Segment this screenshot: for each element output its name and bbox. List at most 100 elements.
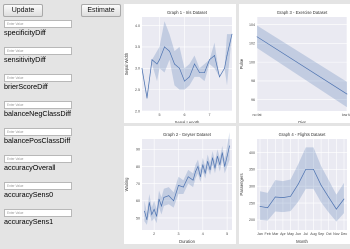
chart-title: Graph 1 - Iris Dataset [167, 10, 208, 15]
y-axis-label: Waiting [124, 177, 129, 191]
field-input[interactable]: Enter Value [4, 47, 72, 55]
x-tick-label: 4 [202, 232, 204, 236]
field-input[interactable]: Enter Value [4, 128, 72, 136]
x-tick-label: 2 [153, 232, 155, 236]
data-point [267, 207, 268, 209]
update-button[interactable]: Update [3, 4, 43, 17]
field-label: accuracySens1 [4, 217, 54, 226]
field-input[interactable]: Enter Value [4, 182, 72, 190]
x-axis-label: Duration [179, 239, 195, 244]
data-point [158, 198, 160, 200]
y-axis-label: Pulse [239, 58, 244, 69]
data-point [169, 50, 170, 52]
estimate-button[interactable]: Estimate [81, 4, 121, 17]
y-tick-label: 80 [136, 165, 140, 169]
data-point [194, 63, 195, 65]
data-point [161, 205, 162, 207]
field-input[interactable]: Enter Value [4, 101, 72, 109]
x-tick-label: 5 [226, 232, 228, 236]
data-point [156, 215, 157, 217]
data-point [224, 67, 225, 69]
data-point [178, 185, 179, 186]
chart-title: Graph 2 - Geyser Dataset [163, 132, 212, 137]
data-point [200, 176, 201, 178]
field-label: accuracyOverall [4, 163, 56, 172]
y-tick-label: 300 [249, 184, 255, 188]
data-point [297, 183, 299, 185]
x-tick-label: no fat [253, 113, 262, 117]
data-point [163, 197, 165, 198]
data-point [184, 80, 185, 82]
x-tick-label: Jul [304, 232, 309, 236]
y-tick-label: 400 [249, 151, 255, 155]
x-tick-label: Nov [333, 232, 340, 236]
data-point [343, 198, 345, 200]
data-point [231, 33, 233, 35]
x-tick-label: Oct [326, 232, 332, 236]
data-point [282, 197, 284, 198]
field-label: balanceNegClassDiff [4, 109, 71, 118]
y-tick-label: 104 [249, 23, 255, 27]
y-tick-label: 200 [249, 218, 255, 222]
data-point [224, 166, 226, 167]
data-point [346, 93, 348, 95]
y-tick-label: 2.5 [135, 88, 140, 92]
field-input[interactable]: Enter Value [4, 209, 72, 217]
y-tick-label: 98 [251, 79, 255, 83]
graph3-panel: Graph 3 - Exercise Dataset Diet Pulse 96 98 1… [239, 4, 350, 125]
data-point [229, 145, 230, 147]
data-point [226, 155, 228, 157]
data-point [183, 186, 184, 188]
x-tick-label: Mar [272, 232, 279, 236]
y-tick-label: 50 [136, 216, 140, 220]
y-tick-label: 60 [136, 199, 140, 203]
x-tick-label: Jun [295, 232, 301, 236]
field-label: accuracySens0 [4, 190, 54, 199]
field-label: balancePosClassDiff [4, 136, 71, 145]
data-point [209, 59, 210, 61]
x-tick-label: low fat [342, 113, 350, 117]
data-point [195, 171, 196, 172]
y-tick-label: 4.0 [135, 24, 140, 28]
data-point [197, 166, 199, 167]
y-axis-label: Passengers [239, 173, 244, 195]
x-tick-label: 6 [184, 113, 186, 117]
x-tick-label: May [287, 232, 294, 236]
field-input[interactable]: Enter Value [4, 155, 72, 163]
y-tick-label: 96 [251, 98, 255, 102]
x-tick-label: Apr [280, 232, 286, 236]
data-point [313, 168, 314, 170]
data-point [141, 67, 143, 69]
data-point [219, 164, 221, 166]
data-point [214, 55, 215, 56]
data-point [212, 157, 213, 159]
data-point [151, 59, 153, 61]
y-tick-label: 250 [249, 201, 255, 205]
data-point [168, 195, 170, 197]
data-point [202, 164, 204, 166]
data-point [156, 63, 158, 65]
x-tick-label: Aug [310, 232, 316, 236]
x-tick-label: Dec [341, 232, 348, 236]
field-label: brierScoreDiff [4, 82, 48, 91]
x-axis-label: Month [296, 239, 308, 244]
data-point [187, 176, 189, 178]
x-tick-label: 3 [177, 232, 179, 236]
x-tick-label: Jan [257, 232, 263, 236]
graph1-panel: Graph 1 - Iris Dataset Sepal Length Sepal … [124, 4, 236, 125]
field-input[interactable]: Enter Value [4, 74, 72, 82]
data-point [217, 155, 218, 157]
data-point [159, 59, 160, 61]
field-input[interactable]: Enter Value [4, 20, 72, 28]
data-point [173, 200, 174, 202]
data-point [199, 72, 200, 73]
data-point [274, 196, 276, 198]
data-point [204, 72, 205, 73]
data-point [214, 167, 216, 169]
data-point [192, 179, 194, 181]
data-point [146, 219, 148, 221]
data-point [151, 214, 153, 215]
y-tick-label: 102 [249, 42, 255, 46]
chart-title: Graph 3 - Exercise Dataset [277, 10, 328, 15]
x-tick-label: Sep [318, 232, 324, 236]
